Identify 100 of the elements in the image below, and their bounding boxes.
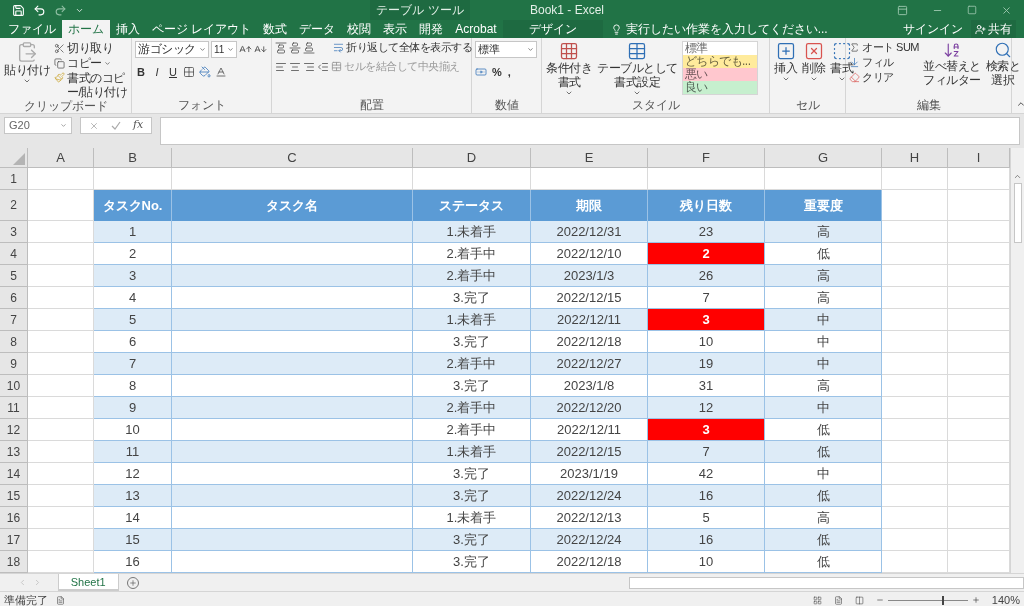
normal-view-icon[interactable] [812,595,822,605]
table-cell[interactable]: 2022/12/24 [531,485,648,507]
table-cell[interactable]: 23 [648,221,765,243]
row-number[interactable]: 8 [0,331,28,353]
table-cell[interactable] [172,331,413,353]
currency-icon[interactable] [475,66,487,79]
table-cell[interactable] [172,551,413,573]
column-letter[interactable]: I [948,148,1010,168]
table-cell[interactable]: 中 [765,463,882,485]
horizontal-scrollbar[interactable] [628,576,1024,589]
insert-function-button[interactable]: fx [133,117,144,134]
table-cell[interactable]: 低 [765,243,882,265]
column-letter[interactable]: H [882,148,948,168]
column-letter[interactable]: D [413,148,531,168]
row-number[interactable]: 7 [0,309,28,331]
name-box[interactable]: G20 [4,117,72,134]
table-cell[interactable]: 低 [765,485,882,507]
table-cell[interactable]: 高 [765,221,882,243]
cell-style-chip[interactable]: どちらでも... [682,55,757,68]
font-size-select[interactable]: 11 [211,41,237,58]
table-cell[interactable]: 中 [765,397,882,419]
table-cell[interactable]: 2022/12/15 [531,287,648,309]
font-style-button[interactable]: B [135,64,147,81]
table-cell[interactable] [172,485,413,507]
table-cell[interactable]: 16 [648,485,765,507]
page-break-icon[interactable] [854,595,864,605]
row-number[interactable]: 11 [0,397,28,419]
vertical-scrollbar[interactable] [1010,148,1024,573]
cut-button[interactable]: 切り取り [54,41,138,55]
table-cell[interactable]: 3.完了 [413,287,531,309]
table-cell[interactable]: 1.未着手 [413,309,531,331]
row-number[interactable]: 10 [0,375,28,397]
table-cell[interactable]: 2022/12/27 [531,353,648,375]
scroll-up-icon[interactable] [1013,172,1022,181]
table-cell[interactable] [172,397,413,419]
align-middle-icon[interactable] [289,41,301,54]
tell-me-field[interactable]: 実行したい作業を入力してください... [610,20,828,38]
table-cell[interactable]: 2.着手中 [413,265,531,287]
row-number[interactable]: 4 [0,243,28,265]
row-number[interactable]: 17 [0,529,28,551]
table-cell[interactable]: 6 [94,331,172,353]
table-cell[interactable]: 13 [94,485,172,507]
table-cell[interactable]: 3 [648,419,765,441]
wrap-text-button[interactable]: 折り返して全体を表示する [333,41,472,54]
table-cell[interactable]: 12 [648,397,765,419]
redo-icon[interactable] [54,3,67,17]
find-select-button[interactable]: 検索と 選択 [984,41,1021,87]
row-number[interactable]: 16 [0,507,28,529]
share-button[interactable]: 共有 [971,20,1016,38]
format-as-table-button[interactable]: テーブルとして 書式設定 [596,41,679,97]
table-cell[interactable]: 低 [765,529,882,551]
table-cell[interactable]: 3.完了 [413,529,531,551]
previous-sheet-icon[interactable] [18,578,27,587]
zoom-slider-thumb[interactable] [942,595,945,605]
table-cell[interactable]: 7 [648,287,765,309]
row-number[interactable]: 1 [0,168,28,190]
row-number[interactable]: 18 [0,551,28,573]
table-cell[interactable]: 7 [94,353,172,375]
table-cell[interactable]: 2022/12/31 [531,221,648,243]
conditional-format-button[interactable]: 条件付き 書式 [545,41,593,97]
table-cell[interactable] [172,507,413,529]
column-letter[interactable]: C [172,148,413,168]
ribbon-tab[interactable]: 挿入 [110,20,146,38]
table-cell[interactable]: 低 [765,441,882,463]
table-cell[interactable]: 高 [765,265,882,287]
table-cell[interactable]: 高 [765,287,882,309]
table-cell[interactable]: 低 [765,551,882,573]
table-cell[interactable]: 1.未着手 [413,507,531,529]
cell-style-chip[interactable]: 悪い [682,68,757,81]
table-cell[interactable]: 26 [648,265,765,287]
ribbon-tab[interactable]: ファイル [2,20,62,38]
select-all-button[interactable] [0,148,28,168]
collapse-ribbon-icon[interactable] [1016,99,1024,109]
ribbon-tab[interactable]: 数式 [257,20,294,38]
table-cell[interactable]: 19 [648,353,765,375]
close-icon[interactable] [1001,4,1012,16]
sheet-tab[interactable]: Sheet1 [57,574,119,591]
copy-button[interactable]: コピー [54,56,138,70]
table-cell[interactable]: 2.着手中 [413,397,531,419]
row-number[interactable]: 14 [0,463,28,485]
cancel-icon[interactable] [89,120,99,131]
table-cell[interactable]: 12 [94,463,172,485]
indent-decrease-icon[interactable] [317,60,329,73]
column-letter[interactable]: G [765,148,882,168]
table-cell[interactable] [172,529,413,551]
sort-filter-button[interactable]: 並べ替えと フィルター [922,41,982,87]
table-cell[interactable]: 3.完了 [413,485,531,507]
table-cell[interactable] [172,265,413,287]
font-style-button[interactable]: U [167,64,179,81]
align-center-icon[interactable] [289,60,301,73]
table-cell[interactable]: 2023/1/3 [531,265,648,287]
table-cell[interactable]: 2023/1/8 [531,375,648,397]
font-style-button[interactable]: I [151,64,163,81]
ribbon-tab[interactable]: ホーム [62,20,110,38]
table-cell[interactable]: 2022/12/20 [531,397,648,419]
table-cell[interactable]: 15 [94,529,172,551]
table-cell[interactable] [172,309,413,331]
table-cell[interactable]: 3 [648,309,765,331]
table-cell[interactable]: 3.完了 [413,463,531,485]
row-number[interactable]: 13 [0,441,28,463]
